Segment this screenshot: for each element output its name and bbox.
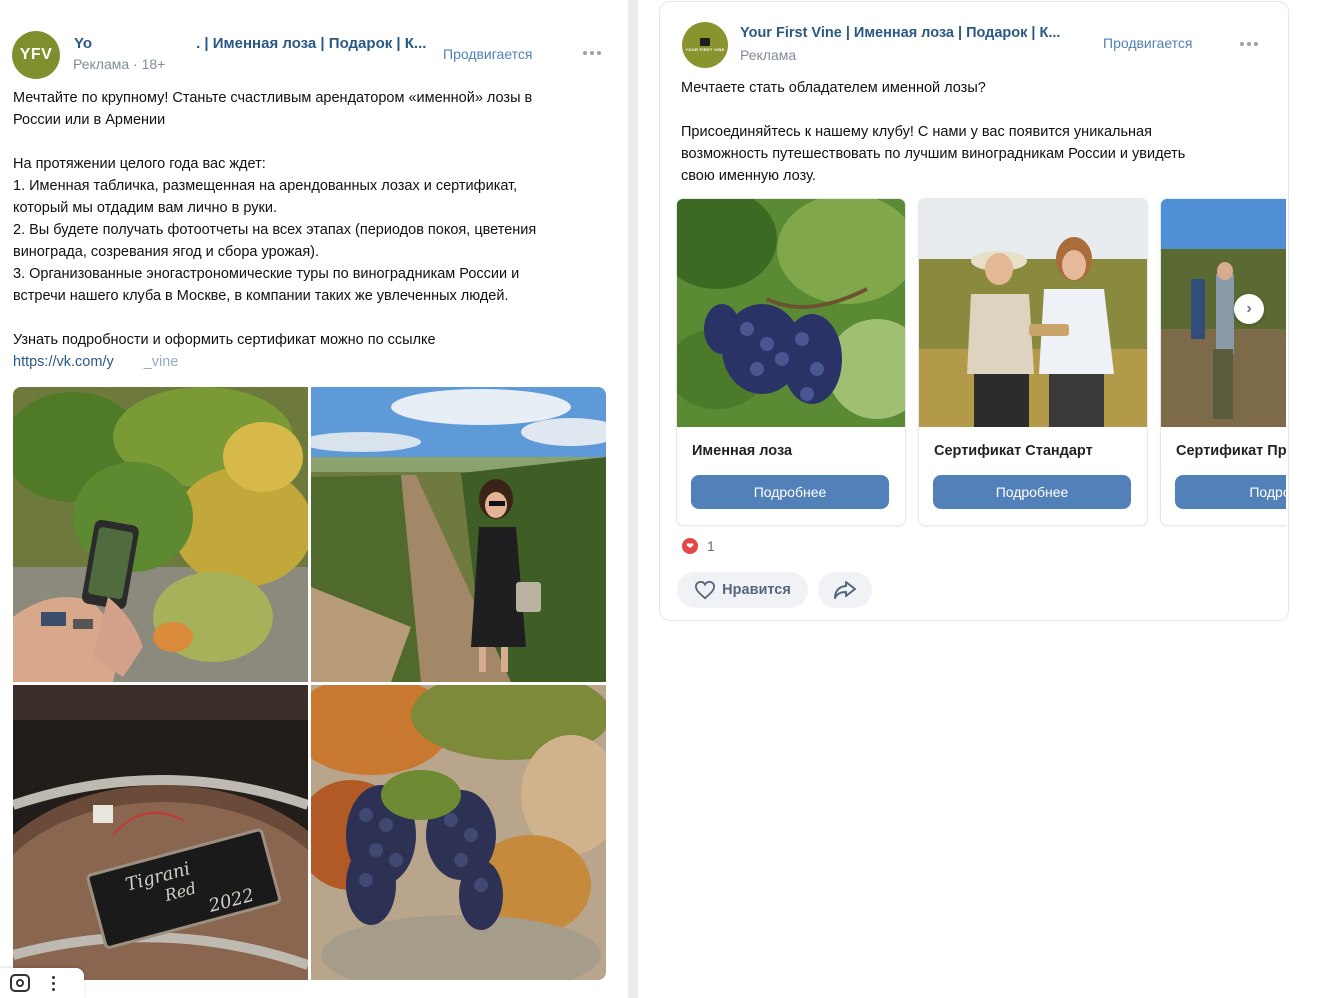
left-post: YFV Yo. | Именная лоза | Подарок | К... … bbox=[0, 0, 628, 998]
more-button[interactable]: Подробнее bbox=[691, 475, 889, 509]
post-text-line: встречи нашего клуба в Москве, в компани… bbox=[13, 288, 509, 304]
photo-phone-grapes[interactable] bbox=[13, 387, 308, 682]
heart-icon: ❤ bbox=[682, 538, 698, 554]
author-name[interactable]: Yo . | Именная лоза | Подарок | К... bbox=[74, 35, 426, 52]
camera-icon[interactable] bbox=[10, 974, 30, 992]
more-button[interactable]: Подробнее bbox=[933, 475, 1131, 509]
post-text-line: России или в Армении bbox=[13, 112, 166, 128]
more-button[interactable]: Подроб bbox=[1175, 475, 1286, 509]
photo-woman-vineyard[interactable] bbox=[311, 387, 606, 682]
like-label: Нравится bbox=[722, 582, 791, 598]
bottom-toolbar bbox=[0, 968, 84, 998]
post-link[interactable]: https://vk.com/y _vine bbox=[13, 354, 178, 370]
post-text-line: 1. Именная табличка, размещенная на арен… bbox=[13, 178, 518, 194]
heart-icon bbox=[695, 580, 716, 600]
card-image-women[interactable] bbox=[919, 199, 1147, 427]
card-title: Именная лоза bbox=[692, 443, 793, 459]
share-button[interactable] bbox=[818, 572, 872, 608]
photo-grape-cluster[interactable] bbox=[311, 685, 606, 980]
carousel-card[interactable]: Сертификат Стандарт Подробнее bbox=[919, 199, 1147, 525]
author-name-start: Yo bbox=[74, 35, 93, 52]
ad-label: Реклама · 18+ bbox=[73, 56, 166, 72]
post-text-line: Мечтайте по крупному! Станьте счастливым… bbox=[13, 90, 533, 106]
carousel-card[interactable]: Именная лоза Подробнее bbox=[677, 199, 905, 525]
post-text-line: 3. Организованные эногастрономические ту… bbox=[13, 266, 520, 282]
share-icon bbox=[834, 581, 856, 599]
like-button[interactable]: Нравится bbox=[677, 572, 808, 608]
reactions[interactable]: ❤ 1 bbox=[682, 538, 715, 554]
more-icon[interactable] bbox=[583, 51, 601, 55]
promoted-label[interactable]: Продвигается bbox=[443, 46, 533, 62]
card-image-vineyard-people[interactable] bbox=[1161, 199, 1286, 427]
carousel-card[interactable]: Сертификат Пр Подроб bbox=[1161, 199, 1286, 525]
chevron-right-icon[interactable]: › bbox=[1234, 294, 1264, 324]
column-divider bbox=[628, 0, 638, 998]
post-text-line: На протяжении целого года вас ждет: bbox=[13, 156, 266, 172]
right-post: YOUR FIRST VINE Your First Vine | Именна… bbox=[660, 2, 1288, 620]
author-name-rest: . | Именная лоза | Подарок | К... bbox=[196, 35, 427, 52]
post-text-line: винограда, созревания ягод и сбора урожа… bbox=[13, 244, 320, 260]
post-text: Мечтайте по крупному! Станьте счастливым… bbox=[13, 87, 613, 373]
post-text-line: Узнать подробности и оформить сертификат… bbox=[13, 332, 436, 348]
card-image-grapes[interactable] bbox=[677, 199, 905, 427]
card-title: Сертификат Пр bbox=[1176, 443, 1286, 459]
carousel: Именная лоза Подробнее Сертификат Станда… bbox=[674, 2, 1286, 562]
kebab-icon[interactable] bbox=[52, 975, 55, 991]
post-text-line: который мы отдадим вам лично в руки. bbox=[13, 200, 277, 216]
photo-barrel[interactable]: Tigrani Red 2022 bbox=[13, 685, 308, 980]
reaction-count: 1 bbox=[707, 538, 715, 554]
card-title: Сертификат Стандарт bbox=[934, 443, 1093, 459]
post-text-line: 2. Вы будете получать фотоотчеты на всех… bbox=[13, 222, 537, 238]
author-avatar[interactable]: YFV bbox=[12, 31, 60, 79]
avatar-initials: YFV bbox=[19, 46, 53, 63]
